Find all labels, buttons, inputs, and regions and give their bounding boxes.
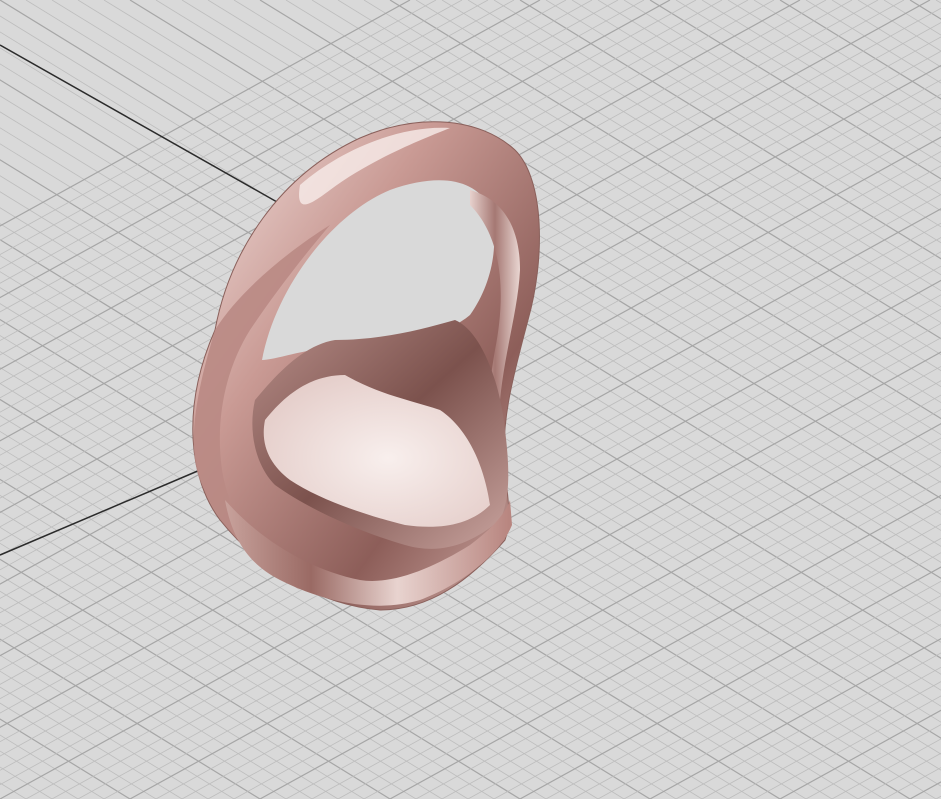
grid-line: [493, 552, 941, 799]
grid-line: [753, 0, 941, 116]
grid-line: [831, 0, 941, 68]
grid-line: [779, 0, 941, 100]
grid-line: [779, 709, 941, 799]
y-axis-line: [0, 469, 201, 556]
3d-viewport[interactable]: [0, 0, 941, 799]
grid-line: [467, 0, 941, 292]
grid-line: [831, 738, 941, 799]
grid-line: [467, 537, 941, 799]
grid-line: [571, 595, 941, 799]
grid-line: [493, 0, 941, 276]
grid-line: [753, 695, 941, 799]
ring-model[interactable]: [192, 121, 540, 611]
viewport-canvas[interactable]: [0, 0, 941, 799]
grid-line: [571, 0, 941, 228]
x-axis-line: [0, 44, 301, 216]
